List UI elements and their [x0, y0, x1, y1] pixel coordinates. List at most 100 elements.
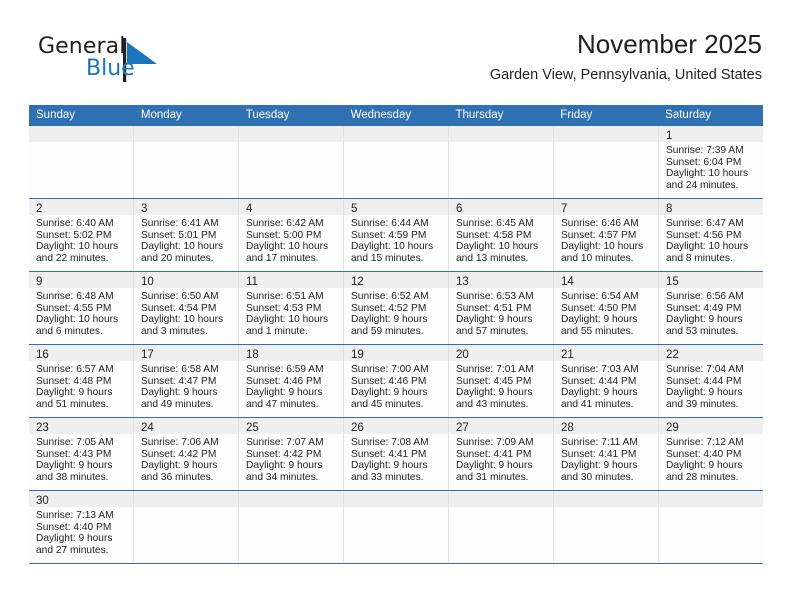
day-number-band	[344, 491, 448, 507]
weekday-saturday: Saturday	[665, 109, 712, 121]
day-cell[interactable]: 17 Sunrise: 6:58 AM Sunset: 4:47 PM Dayligh…	[134, 345, 239, 417]
day-number-band: 2	[29, 199, 133, 215]
daylight-text-line1: Daylight: 9 hours	[141, 460, 218, 472]
day-number-band: 10	[134, 272, 238, 288]
day-details	[554, 507, 658, 510]
day-cell[interactable]: 8 Sunrise: 6:47 AM Sunset: 4:56 PM Daylight…	[659, 199, 763, 271]
day-number-band	[659, 491, 763, 507]
day-cell-empty	[344, 491, 449, 563]
day-cell[interactable]: 29 Sunrise: 7:12 AM Sunset: 4:40 PM Dayligh…	[659, 418, 763, 490]
day-number-band: 21	[554, 345, 658, 361]
daylight-text-line1: Daylight: 9 hours	[351, 460, 428, 472]
page-subtitle: Garden View, Pennsylvania, United States	[489, 67, 762, 83]
day-number: 20	[456, 349, 469, 361]
day-cell[interactable]: 22 Sunrise: 7:04 AM Sunset: 4:44 PM Dayligh…	[659, 345, 763, 417]
page-header: General Blue November 2025 Garden View, …	[30, 28, 762, 100]
day-cell[interactable]: 11 Sunrise: 6:51 AM Sunset: 4:53 PM Dayligh…	[239, 272, 344, 344]
day-cell[interactable]: 5 Sunrise: 6:44 AM Sunset: 4:59 PM Daylight…	[344, 199, 449, 271]
day-cell[interactable]: 1 Sunrise: 7:39 AM Sunset: 6:04 PM Daylight…	[659, 126, 763, 198]
daylight-text-line1: Daylight: 10 hours	[141, 241, 224, 253]
daylight-text-line1: Daylight: 10 hours	[36, 241, 119, 253]
sunrise-text: Sunrise: 7:12 AM	[666, 437, 744, 448]
daylight-text-line2: and 43 minutes.	[456, 398, 529, 410]
day-cell[interactable]: 13 Sunrise: 6:53 AM Sunset: 4:51 PM Dayligh…	[449, 272, 554, 344]
day-cell[interactable]: 25 Sunrise: 7:07 AM Sunset: 4:42 PM Dayligh…	[239, 418, 344, 490]
day-details: Sunrise: 6:54 AM Sunset: 4:50 PM Daylight:…	[554, 288, 658, 337]
sunrise-text: Sunrise: 6:53 AM	[456, 291, 534, 302]
daylight-text-line1: Daylight: 10 hours	[141, 314, 224, 326]
day-cell[interactable]: 27 Sunrise: 7:09 AM Sunset: 4:41 PM Dayligh…	[449, 418, 554, 490]
daylight-text-line2: and 36 minutes.	[141, 471, 214, 483]
weekday-wednesday: Wednesday	[350, 109, 412, 121]
day-number-band: 18	[239, 345, 343, 361]
daylight-text-line1: Daylight: 9 hours	[351, 314, 428, 326]
daylight-text-line1: Daylight: 9 hours	[36, 533, 113, 545]
day-number: 15	[666, 276, 679, 288]
day-details: Sunrise: 7:03 AM Sunset: 4:44 PM Daylight:…	[554, 361, 658, 410]
day-cell[interactable]: 24 Sunrise: 7:06 AM Sunset: 4:42 PM Dayligh…	[134, 418, 239, 490]
sunset-text: Sunset: 4:46 PM	[246, 375, 322, 387]
day-number: 12	[351, 276, 364, 288]
day-cell-empty	[449, 491, 554, 563]
day-details: Sunrise: 6:41 AM Sunset: 5:01 PM Daylight:…	[134, 215, 238, 264]
daylight-text-line2: and 41 minutes.	[561, 398, 634, 410]
day-cell[interactable]: 23 Sunrise: 7:05 AM Sunset: 4:43 PM Dayligh…	[29, 418, 134, 490]
sunrise-text: Sunrise: 7:13 AM	[36, 510, 114, 521]
day-details: Sunrise: 7:11 AM Sunset: 4:41 PM Daylight:…	[554, 434, 658, 483]
day-cell[interactable]: 26 Sunrise: 7:08 AM Sunset: 4:41 PM Dayligh…	[344, 418, 449, 490]
day-cell[interactable]: 9 Sunrise: 6:48 AM Sunset: 4:55 PM Daylight…	[29, 272, 134, 344]
day-number-band: 8	[659, 199, 763, 215]
sunset-text: Sunset: 5:00 PM	[246, 229, 322, 241]
calendar-week-row: 1 Sunrise: 7:39 AM Sunset: 6:04 PM Daylight…	[29, 126, 763, 199]
daylight-text-line1: Daylight: 10 hours	[36, 314, 119, 326]
sunrise-text: Sunrise: 7:01 AM	[456, 364, 534, 375]
day-cell[interactable]: 21 Sunrise: 7:03 AM Sunset: 4:44 PM Dayligh…	[554, 345, 659, 417]
day-cell[interactable]: 28 Sunrise: 7:11 AM Sunset: 4:41 PM Dayligh…	[554, 418, 659, 490]
day-number: 2	[36, 203, 43, 215]
sunset-text: Sunset: 4:40 PM	[36, 521, 112, 533]
sunrise-text: Sunrise: 6:51 AM	[246, 291, 324, 302]
day-cell[interactable]: 15 Sunrise: 6:56 AM Sunset: 4:49 PM Dayligh…	[659, 272, 763, 344]
day-number: 10	[141, 276, 154, 288]
sunset-text: Sunset: 4:58 PM	[456, 229, 532, 241]
sunset-text: Sunset: 4:44 PM	[561, 375, 637, 387]
sunrise-text: Sunrise: 6:47 AM	[666, 218, 744, 229]
daylight-text-line2: and 49 minutes.	[141, 398, 214, 410]
daylight-text-line2: and 3 minutes.	[141, 325, 208, 337]
day-cell[interactable]: 7 Sunrise: 6:46 AM Sunset: 4:57 PM Daylight…	[554, 199, 659, 271]
sunset-text: Sunset: 4:52 PM	[351, 302, 427, 314]
day-cell[interactable]: 16 Sunrise: 6:57 AM Sunset: 4:48 PM Dayligh…	[29, 345, 134, 417]
sunrise-text: Sunrise: 6:52 AM	[351, 291, 429, 302]
sunrise-text: Sunrise: 7:03 AM	[561, 364, 639, 375]
day-cell[interactable]: 6 Sunrise: 6:45 AM Sunset: 4:58 PM Daylight…	[449, 199, 554, 271]
daylight-text-line2: and 31 minutes.	[456, 471, 529, 483]
day-details: Sunrise: 6:50 AM Sunset: 4:54 PM Daylight:…	[134, 288, 238, 337]
sunset-text: Sunset: 4:41 PM	[456, 448, 532, 460]
day-cell[interactable]: 4 Sunrise: 6:42 AM Sunset: 5:00 PM Daylight…	[239, 199, 344, 271]
day-cell[interactable]: 2 Sunrise: 6:40 AM Sunset: 5:02 PM Daylight…	[29, 199, 134, 271]
day-number-band: 1	[659, 126, 763, 142]
sunset-text: Sunset: 4:54 PM	[141, 302, 217, 314]
day-cell[interactable]: 14 Sunrise: 6:54 AM Sunset: 4:50 PM Dayligh…	[554, 272, 659, 344]
day-cell[interactable]: 12 Sunrise: 6:52 AM Sunset: 4:52 PM Dayligh…	[344, 272, 449, 344]
day-cell[interactable]: 10 Sunrise: 6:50 AM Sunset: 4:54 PM Dayligh…	[134, 272, 239, 344]
day-number-band	[554, 126, 658, 142]
daylight-text-line2: and 1 minute.	[246, 325, 308, 337]
day-cell[interactable]: 20 Sunrise: 7:01 AM Sunset: 4:45 PM Dayligh…	[449, 345, 554, 417]
day-cell-empty	[239, 126, 344, 198]
daylight-text-line1: Daylight: 9 hours	[561, 460, 638, 472]
day-cell[interactable]: 19 Sunrise: 7:00 AM Sunset: 4:46 PM Dayligh…	[344, 345, 449, 417]
day-number-band: 25	[239, 418, 343, 434]
day-details: Sunrise: 7:12 AM Sunset: 4:40 PM Daylight:…	[659, 434, 763, 483]
day-number: 19	[351, 349, 364, 361]
daylight-text-line2: and 28 minutes.	[666, 471, 739, 483]
daylight-text-line2: and 24 minutes.	[666, 179, 739, 191]
day-number-band	[554, 491, 658, 507]
day-number: 18	[246, 349, 259, 361]
sunrise-text: Sunrise: 7:07 AM	[246, 437, 324, 448]
day-cell[interactable]: 3 Sunrise: 6:41 AM Sunset: 5:01 PM Daylight…	[134, 199, 239, 271]
day-cell[interactable]: 30 Sunrise: 7:13 AM Sunset: 4:40 PM Dayligh…	[29, 491, 134, 563]
day-cell[interactable]: 18 Sunrise: 6:59 AM Sunset: 4:46 PM Dayligh…	[239, 345, 344, 417]
day-number-band	[449, 491, 553, 507]
brand-logo: General Blue	[38, 34, 168, 90]
